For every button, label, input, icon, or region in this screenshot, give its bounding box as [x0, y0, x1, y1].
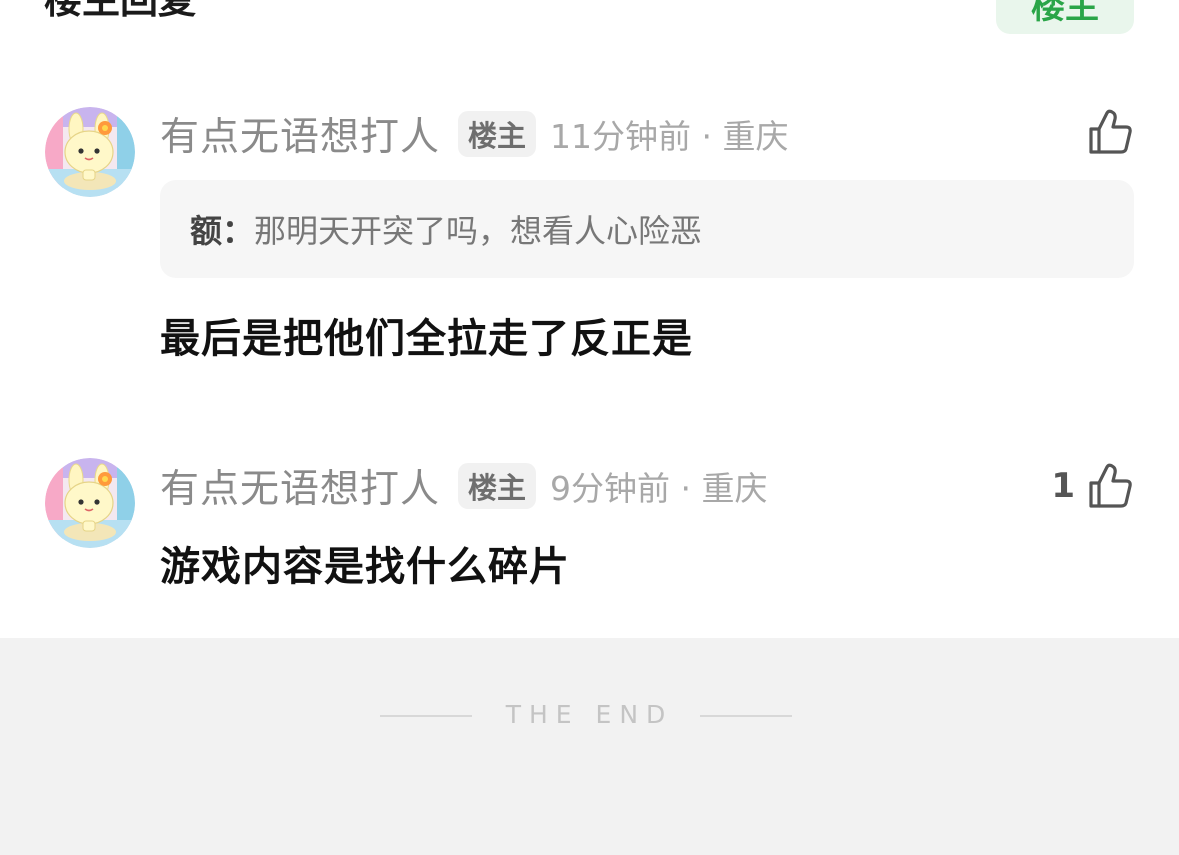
avatar-image: [45, 107, 135, 197]
like-count: 1: [1051, 466, 1075, 506]
comment-content[interactable]: 游戏内容是找什么碎片: [160, 534, 570, 592]
avatar[interactable]: [45, 107, 135, 197]
avatar[interactable]: [45, 458, 135, 548]
quote-author: 额：: [190, 212, 255, 250]
username[interactable]: 有点无语想打人: [160, 106, 440, 162]
op-badge: 楼主: [458, 111, 537, 157]
thumbs-up-icon: [1087, 108, 1135, 156]
comment-meta: 有点无语想打人 楼主 9分钟前 · 重庆: [160, 462, 768, 512]
thumbs-up-icon: [1087, 462, 1135, 510]
like-button[interactable]: [1075, 106, 1135, 158]
end-label: THE END: [505, 700, 674, 729]
comment-thread-page: 楼主回复 楼主 有点无语想打人 楼主 11分钟前 · 重庆 额： 那明天开突了吗…: [0, 0, 1179, 855]
op-badge: 楼主: [458, 463, 537, 509]
comment-content[interactable]: 最后是把他们全拉走了反正是: [160, 306, 693, 364]
comment-meta: 有点无语想打人 楼主 11分钟前 · 重庆: [160, 110, 789, 160]
quoted-reply[interactable]: 额： 那明天开突了吗，想看人心险恶: [160, 180, 1134, 278]
username[interactable]: 有点无语想打人: [160, 458, 440, 514]
end-footer: THE END: [0, 638, 1179, 855]
op-filter-button[interactable]: 楼主: [996, 0, 1134, 34]
like-button[interactable]: 1: [1051, 460, 1135, 512]
op-replies-header: 楼主回复 楼主: [0, 0, 1179, 40]
time-location: 9分钟前 · 重庆: [550, 469, 768, 508]
quote-text: 那明天开突了吗，想看人心险恶: [254, 212, 703, 250]
section-title: 楼主回复: [44, 0, 197, 22]
time-location: 11分钟前 · 重庆: [550, 117, 789, 156]
avatar-image: [45, 458, 135, 548]
